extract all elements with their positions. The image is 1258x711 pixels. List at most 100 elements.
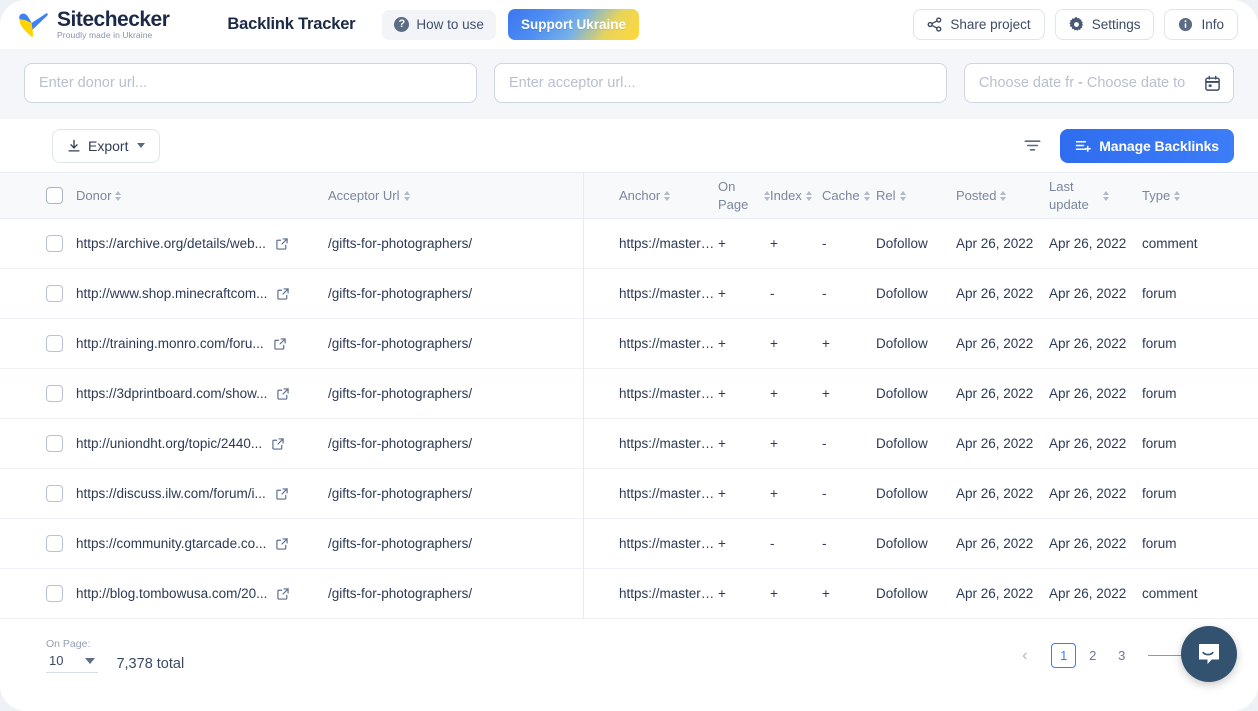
donor-cell: https://community.gtarcade.co... xyxy=(76,518,328,569)
column-header-index[interactable]: Index xyxy=(770,172,822,219)
row-checkbox[interactable] xyxy=(46,585,63,602)
filter-lines-icon xyxy=(1024,140,1041,151)
table-row[interactable]: http://training.monro.com/foru... /gifts-… xyxy=(0,318,1258,369)
sort-icon-donor[interactable] xyxy=(115,190,122,201)
table-row[interactable]: http://uniondht.org/topic/2440... /gifts-… xyxy=(0,418,1258,469)
table-row[interactable]: https://community.gtarcade.co... /gifts-f… xyxy=(0,518,1258,569)
index-cell: + xyxy=(770,368,822,419)
table-row[interactable]: https://3dprintboard.com/show... /gifts-f… xyxy=(0,368,1258,419)
row-select-cell xyxy=(0,318,76,369)
export-button[interactable]: Export xyxy=(52,128,161,163)
prev-page-button[interactable]: ‹ xyxy=(1012,643,1037,668)
table-row[interactable]: https://discuss.ilw.com/forum/i... /gifts… xyxy=(0,468,1258,519)
page-button-2[interactable]: 2 xyxy=(1080,643,1105,668)
acceptor-url-cell: /gifts-for-photographers/ xyxy=(328,318,583,369)
row-checkbox[interactable] xyxy=(46,335,63,352)
onpage-cell: + xyxy=(718,418,770,469)
index-cell: - xyxy=(770,518,822,569)
sort-icon-onpage[interactable] xyxy=(764,190,770,201)
last-update-cell: Apr 26, 2022 xyxy=(1049,268,1142,319)
row-checkbox[interactable] xyxy=(46,435,63,452)
acceptor-url-cell: /gifts-for-photographers/ xyxy=(328,468,583,519)
sort-icon-rel[interactable] xyxy=(899,190,906,201)
column-header-donor[interactable]: Donor xyxy=(76,172,328,219)
external-link-icon[interactable] xyxy=(276,387,290,401)
row-checkbox[interactable] xyxy=(46,385,63,402)
table-header-row: Donor Acceptor Url Anchor On Page Index … xyxy=(0,172,1258,219)
support-ukraine-button[interactable]: Support Ukraine xyxy=(507,9,639,40)
filter-icon[interactable] xyxy=(1022,135,1043,156)
sort-icon-posted[interactable] xyxy=(1000,190,1007,201)
acceptor-url-cell: /gifts-for-photographers/ xyxy=(328,218,583,269)
acceptor-url-cell: /gifts-for-photographers/ xyxy=(328,568,583,619)
page-button-3[interactable]: 3 xyxy=(1109,643,1134,668)
brand-logo[interactable]: Sitechecker Proudly made in Ukraine xyxy=(18,9,170,40)
cache-cell: - xyxy=(822,468,876,519)
anchor-text: https://masterbu... xyxy=(619,486,718,501)
date-range-picker[interactable]: Choose date fr - Choose date to xyxy=(963,63,1235,103)
anchor-text: https://masterbu... xyxy=(619,536,718,551)
calendar-icon[interactable] xyxy=(1204,75,1221,92)
donor-url-input[interactable]: Enter donor url... xyxy=(24,63,477,103)
acceptor-url-cell: /gifts-for-photographers/ xyxy=(328,418,583,469)
table-row[interactable]: https://archive.org/details/web... /gifts… xyxy=(0,218,1258,269)
sort-icon-cache[interactable] xyxy=(863,190,870,201)
select-all-checkbox[interactable] xyxy=(46,187,63,204)
filter-bar: Enter donor url... Enter acceptor url...… xyxy=(0,49,1258,119)
add-list-icon xyxy=(1075,141,1092,152)
last-update-cell: Apr 26, 2022 xyxy=(1049,568,1142,619)
column-header-type[interactable]: Type xyxy=(1142,172,1258,219)
sort-icon-acceptor[interactable] xyxy=(403,190,410,201)
settings-button[interactable]: Settings xyxy=(1054,9,1155,40)
row-checkbox[interactable] xyxy=(46,285,63,302)
backlinks-table: Donor Acceptor Url Anchor On Page Index … xyxy=(0,172,1258,619)
column-header-onpage[interactable]: On Page xyxy=(718,172,770,219)
info-icon xyxy=(1179,17,1193,32)
date-to-placeholder: Choose date to xyxy=(1086,75,1186,91)
last-update-cell: Apr 26, 2022 xyxy=(1049,368,1142,419)
info-button[interactable]: Info xyxy=(1164,9,1238,40)
last-update-cell: Apr 26, 2022 xyxy=(1049,418,1142,469)
column-header-anchor[interactable]: Anchor xyxy=(583,172,718,219)
column-header-cache[interactable]: Cache xyxy=(822,172,876,219)
acceptor-url-cell: /gifts-for-photographers/ xyxy=(328,518,583,569)
sort-icon-index[interactable] xyxy=(805,190,812,201)
share-project-button[interactable]: Share project xyxy=(913,9,1045,40)
total-records-label: 7,378 total xyxy=(116,655,185,672)
header-label-acceptor: Acceptor Url xyxy=(328,188,400,203)
external-link-icon[interactable] xyxy=(275,237,289,251)
row-checkbox[interactable] xyxy=(46,485,63,502)
date-range-dash: - xyxy=(1078,75,1083,91)
column-header-acceptor[interactable]: Acceptor Url xyxy=(328,172,583,219)
page-button-1[interactable]: 1 xyxy=(1051,643,1077,668)
cache-cell: + xyxy=(822,568,876,619)
column-header-posted[interactable]: Posted xyxy=(956,172,1049,219)
external-link-icon[interactable] xyxy=(275,487,289,501)
intercom-chat-button[interactable] xyxy=(1181,626,1237,682)
rows-per-page-select[interactable]: 10 xyxy=(46,653,99,673)
table-row[interactable]: http://www.shop.minecraftcom... /gifts-fo… xyxy=(0,268,1258,319)
index-cell: + xyxy=(770,418,822,469)
column-header-lastupdate[interactable]: Last update xyxy=(1049,172,1142,219)
sort-icon-lastupdate[interactable] xyxy=(1103,190,1109,201)
sort-icon-type[interactable] xyxy=(1174,190,1181,201)
external-link-icon[interactable] xyxy=(276,587,290,601)
anchor-text: https://masterbu... xyxy=(619,386,718,401)
how-to-use-label: How to use xyxy=(416,17,484,32)
external-link-icon[interactable] xyxy=(273,337,287,351)
external-link-icon[interactable] xyxy=(275,537,289,551)
sort-icon-anchor[interactable] xyxy=(664,190,671,201)
posted-cell: Apr 26, 2022 xyxy=(956,468,1049,519)
table-row[interactable]: http://blog.tombowusa.com/20... /gifts-fo… xyxy=(0,568,1258,619)
manage-backlinks-button[interactable]: Manage Backlinks xyxy=(1060,128,1234,163)
acceptor-url-input[interactable]: Enter acceptor url... xyxy=(493,63,947,103)
onpage-cell: + xyxy=(718,368,770,419)
external-link-icon[interactable] xyxy=(271,437,285,451)
manage-backlinks-label: Manage Backlinks xyxy=(1099,137,1219,154)
how-to-use-button[interactable]: ? How to use xyxy=(382,9,496,40)
external-link-icon[interactable] xyxy=(276,287,290,301)
donor-url-text: https://3dprintboard.com/show... xyxy=(76,386,268,401)
column-header-rel[interactable]: Rel xyxy=(876,172,956,219)
row-checkbox[interactable] xyxy=(46,235,63,252)
row-checkbox[interactable] xyxy=(46,535,63,552)
